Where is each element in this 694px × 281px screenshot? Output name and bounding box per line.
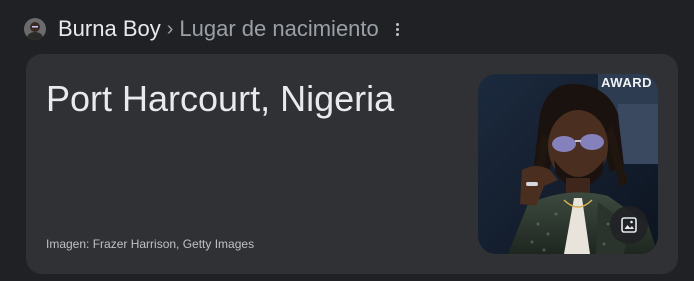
image-credit: Imagen: Frazer Harrison, Getty Images — [46, 237, 255, 251]
entity-link[interactable]: Burna Boy — [58, 12, 161, 46]
entity-photo[interactable]: AWARD — [478, 74, 658, 254]
person-avatar-icon[interactable] — [24, 18, 46, 40]
more-vert-icon[interactable] — [391, 17, 405, 41]
breadcrumb-separator: › — [166, 18, 174, 40]
attribute-label: Lugar de nacimiento — [179, 16, 379, 41]
answer-text: Port Harcourt, Nigeria — [46, 78, 395, 119]
photo-backdrop-text: AWARD — [601, 75, 652, 90]
breadcrumb: Burna Boy › Lugar de nacimiento — [24, 12, 405, 46]
answer-card: Port Harcourt, Nigeria Imagen: Frazer Ha… — [26, 54, 678, 274]
image-icon[interactable] — [610, 206, 648, 244]
